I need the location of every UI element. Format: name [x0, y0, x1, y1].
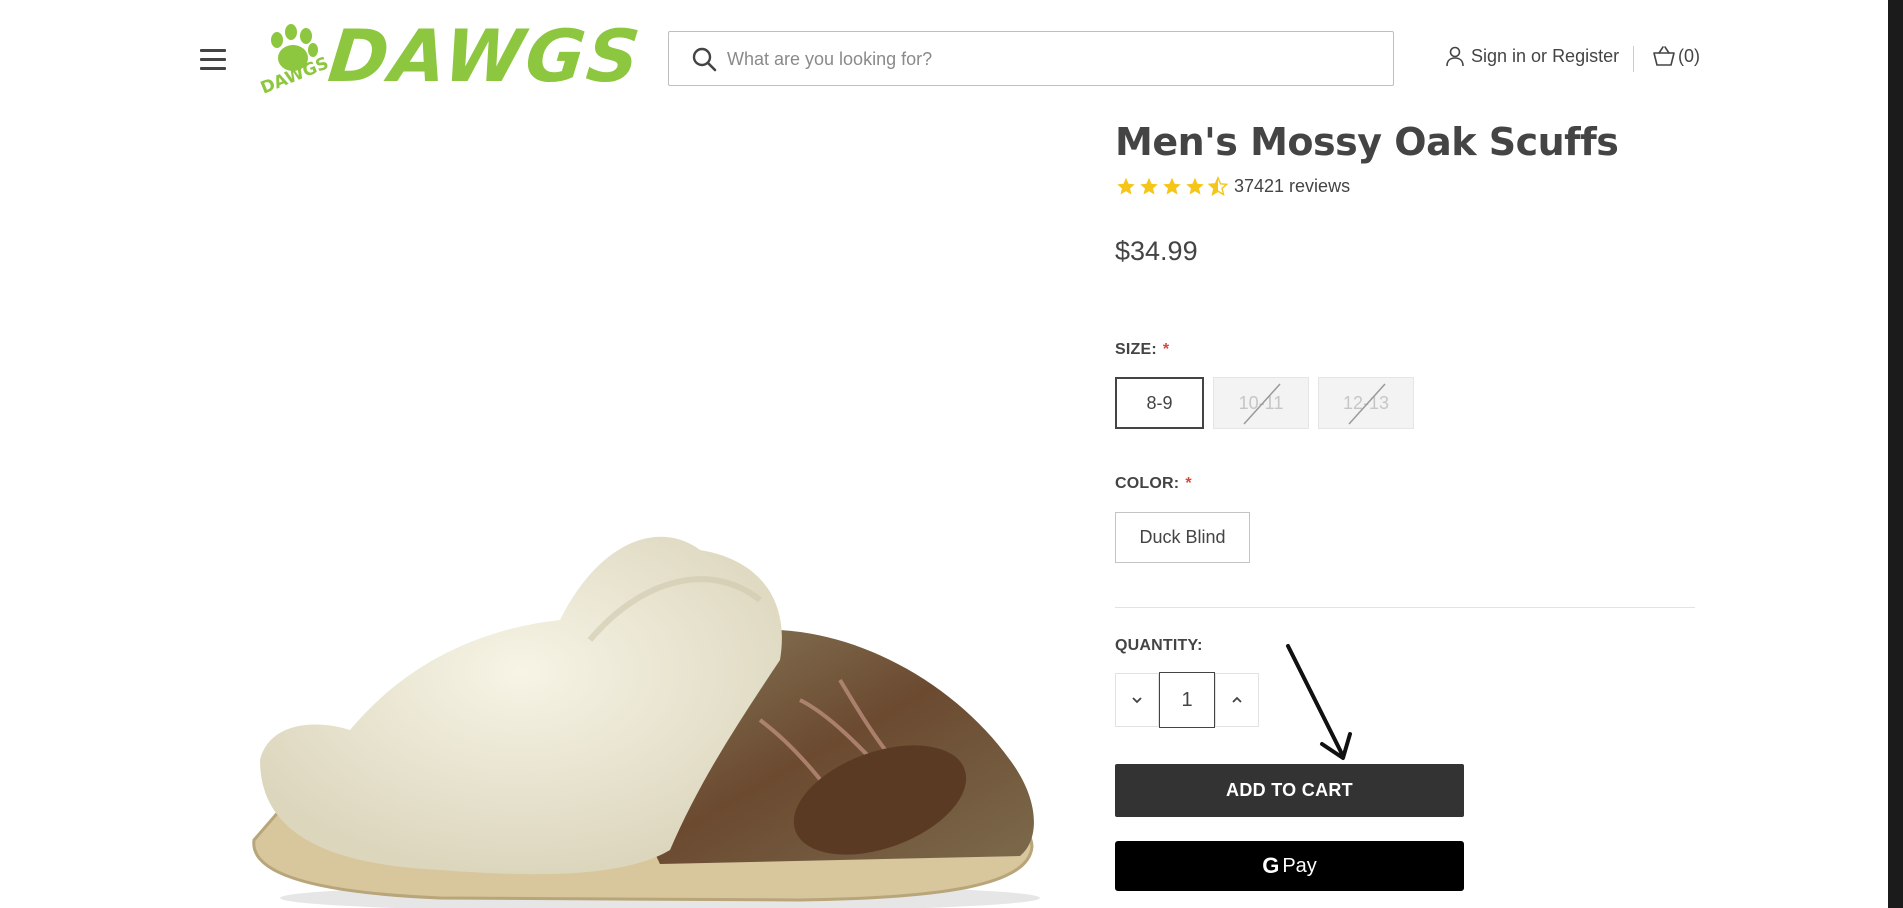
user-icon: [1446, 46, 1464, 67]
quantity-increase-button[interactable]: [1215, 673, 1259, 727]
color-option-label: Duck Blind: [1139, 527, 1226, 547]
size-option-10-11[interactable]: 10-11: [1213, 377, 1309, 429]
gpay-label: Pay: [1282, 854, 1317, 877]
search-bar[interactable]: [668, 31, 1394, 86]
logo-text: DAWGS: [324, 14, 646, 98]
size-option-label: 8-9: [1146, 392, 1173, 413]
product-title: Men's Mossy Oak Scuffs: [1115, 120, 1619, 164]
basket-icon: [1653, 46, 1675, 66]
star-icon: [1186, 177, 1204, 195]
google-pay-button[interactable]: G Pay: [1115, 841, 1464, 891]
quantity-decrease-button[interactable]: [1115, 673, 1159, 727]
quantity-label: QUANTITY:: [1115, 637, 1203, 654]
star-icon: [1117, 177, 1135, 195]
product-image: [252, 536, 1040, 908]
required-marker: *: [1162, 341, 1170, 358]
star-icon: [1140, 177, 1158, 195]
menu-icon[interactable]: [200, 49, 226, 71]
annotation-arrow-icon: [1286, 644, 1352, 760]
chevron-up-icon: [1232, 696, 1242, 703]
star-rating: [1115, 176, 1230, 197]
color-label-text: COLOR:: [1115, 475, 1180, 492]
review-count[interactable]: 37421 reviews: [1234, 176, 1350, 197]
add-to-cart-button[interactable]: ADD TO CART: [1115, 764, 1464, 817]
product-price: $34.99: [1115, 236, 1198, 266]
header-divider: [1633, 46, 1634, 72]
unavailable-strike: [1348, 383, 1386, 425]
search-input[interactable]: [725, 34, 1369, 84]
color-option-duck-blind[interactable]: Duck Blind: [1115, 512, 1250, 563]
size-label: SIZE: *: [1115, 341, 1169, 359]
size-option-12-13[interactable]: 12-13: [1318, 377, 1414, 429]
star-half-icon: [1207, 176, 1229, 197]
chevron-down-icon: [1132, 697, 1142, 704]
register-link[interactable]: Register: [1552, 46, 1619, 67]
size-option-8-9[interactable]: 8-9: [1115, 377, 1204, 429]
unavailable-strike: [1243, 383, 1281, 425]
color-label: COLOR: *: [1115, 475, 1192, 493]
section-divider: [1115, 607, 1695, 608]
cart-count: (0): [1678, 45, 1700, 66]
cart-button[interactable]: (0): [1652, 45, 1700, 67]
or-text: or: [1531, 45, 1548, 66]
search-icon[interactable]: [691, 46, 717, 72]
dawgs-logo[interactable]: DAWGS DAWGS: [255, 14, 645, 99]
required-marker: *: [1185, 475, 1192, 492]
size-label-text: SIZE:: [1115, 341, 1157, 358]
quantity-stepper: [1115, 672, 1259, 729]
account-links: Sign in or Register: [1444, 45, 1619, 67]
star-icon: [1163, 177, 1181, 195]
size-options: 8-9 10-11 12-13: [1115, 377, 1423, 429]
window-edge: [1888, 0, 1903, 908]
quantity-input[interactable]: [1159, 672, 1215, 728]
product-rating[interactable]: 37421 reviews: [1115, 176, 1350, 197]
sign-in-link[interactable]: Sign in: [1471, 46, 1526, 67]
google-g-icon: G: [1262, 853, 1280, 878]
